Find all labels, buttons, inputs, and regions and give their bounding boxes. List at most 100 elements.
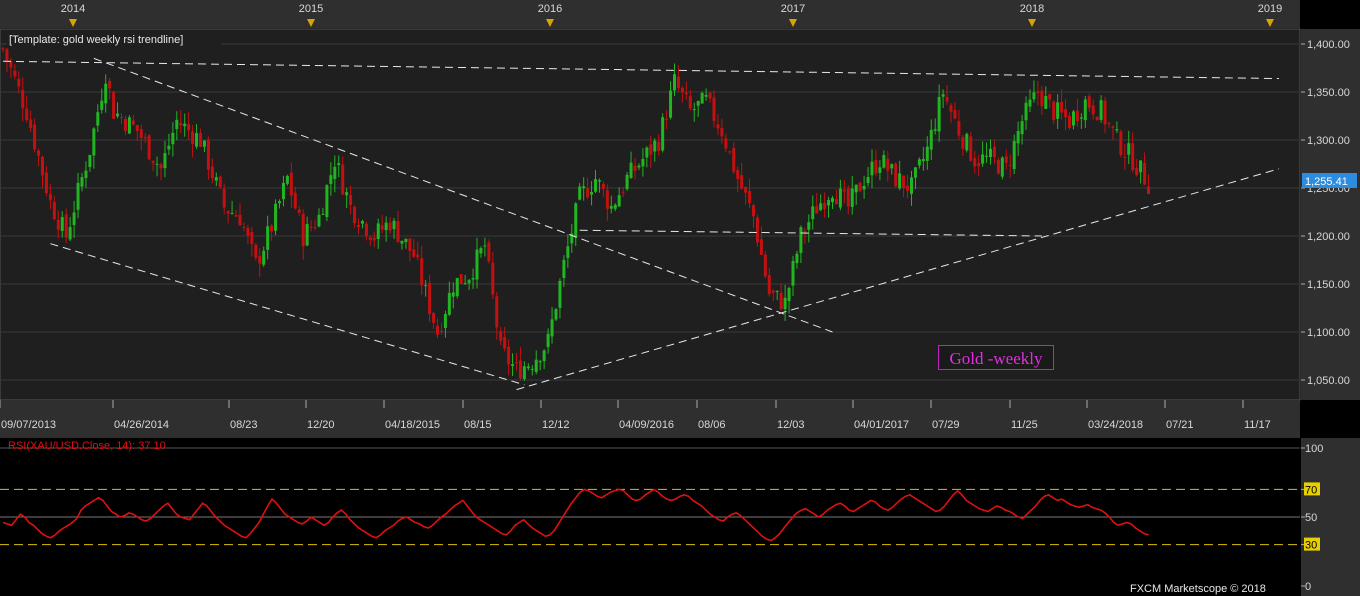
- candle-body: [582, 186, 586, 189]
- price-axis[interactable]: [1301, 29, 1360, 400]
- candle-body: [258, 256, 262, 264]
- candle-body: [1119, 131, 1123, 155]
- candle-body: [913, 167, 917, 178]
- candle-body: [696, 101, 700, 106]
- candle-body: [910, 177, 913, 194]
- candle-body: [13, 70, 17, 77]
- candle-body: [72, 212, 76, 225]
- candle-body: [183, 123, 187, 127]
- candle-body: [629, 162, 633, 178]
- candle-body: [5, 48, 9, 61]
- candle-body: [1040, 90, 1044, 107]
- candle-body: [775, 290, 779, 292]
- candle-body: [171, 132, 175, 145]
- candle-body: [364, 223, 368, 237]
- candle-body: [949, 105, 953, 112]
- candle-body: [266, 226, 270, 250]
- candle-body: [25, 108, 29, 120]
- candle-body: [688, 96, 692, 109]
- candle-body: [558, 280, 562, 308]
- candle-body: [898, 173, 902, 189]
- candle-body: [819, 203, 823, 211]
- candle-body: [353, 206, 357, 224]
- candle-body: [1000, 157, 1004, 177]
- candle-body: [471, 278, 475, 280]
- candle-body: [680, 87, 684, 93]
- last-price-label: 1,255.41: [1305, 176, 1348, 188]
- candle-body: [388, 222, 392, 231]
- candle-body: [981, 154, 985, 164]
- candle-body: [834, 199, 838, 205]
- candle-body: [226, 211, 230, 214]
- candle-body: [586, 188, 590, 198]
- candle-body: [665, 118, 669, 120]
- candle-body: [88, 154, 92, 168]
- candle-body: [80, 177, 84, 187]
- candle-body: [661, 117, 665, 151]
- candle-body: [633, 165, 637, 171]
- price-plot-area[interactable]: [0, 28, 1301, 401]
- candle-body: [48, 193, 52, 201]
- rsi-tick-label: 30: [1305, 540, 1317, 552]
- candle-body: [578, 186, 582, 200]
- candle-body: [992, 146, 996, 158]
- candle-body: [1060, 101, 1064, 113]
- candle-body: [1123, 156, 1127, 158]
- candle-body: [854, 184, 858, 193]
- date-tick-label: 08/23: [230, 419, 258, 431]
- candle-body: [850, 188, 854, 207]
- candle-body: [428, 282, 432, 315]
- candle-body: [613, 204, 617, 209]
- candle-body: [546, 333, 550, 347]
- candle-body: [1008, 165, 1012, 167]
- template-label: [Template: gold weekly rsi trendline]: [9, 34, 183, 46]
- candle-body: [562, 259, 566, 278]
- candle-body: [210, 166, 214, 179]
- candle-body: [408, 238, 412, 251]
- candle-body: [645, 147, 649, 158]
- candle-body: [187, 124, 191, 131]
- candle-body: [1135, 168, 1139, 176]
- candle-body: [349, 194, 353, 205]
- date-tick-label: 07/21: [1166, 419, 1194, 431]
- candle-body: [195, 133, 199, 147]
- candle-body: [1032, 92, 1036, 100]
- candle-body: [52, 202, 56, 220]
- candle-body: [479, 248, 483, 254]
- candle-body: [1, 48, 5, 50]
- candle-body: [838, 188, 842, 208]
- candle-body: [957, 121, 961, 136]
- candle-body: [503, 337, 507, 349]
- candle-body: [64, 214, 68, 238]
- candle-body: [163, 153, 167, 169]
- price-tick-label: 1,150.00: [1307, 279, 1350, 291]
- candle-body: [827, 199, 831, 206]
- candle-body: [1111, 126, 1115, 128]
- candle-body: [1016, 131, 1020, 144]
- candle-body: [676, 76, 680, 89]
- candle-body: [566, 246, 570, 258]
- candle-body: [748, 191, 752, 204]
- candle-body: [720, 127, 724, 137]
- candle-body: [973, 158, 977, 167]
- candle-body: [890, 164, 894, 169]
- candle-body: [289, 172, 293, 196]
- candle-body: [100, 100, 104, 110]
- candle-body: [831, 197, 834, 203]
- candle-body: [522, 366, 526, 379]
- date-tick-label: 11/25: [1011, 419, 1038, 431]
- candle-body: [526, 366, 530, 369]
- candle-body: [1056, 102, 1060, 119]
- candle-body: [305, 223, 309, 246]
- candle-body: [337, 163, 341, 165]
- candle-body: [360, 220, 364, 224]
- candle-body: [763, 254, 767, 277]
- candle-body: [1147, 186, 1150, 194]
- candle-body: [779, 292, 783, 310]
- candle-body: [716, 124, 720, 129]
- year-label: 2018: [1020, 3, 1044, 15]
- candle-body: [191, 131, 195, 144]
- candle-body: [621, 191, 625, 193]
- candle-body: [617, 195, 621, 207]
- price-tick-label: 1,100.00: [1307, 327, 1350, 339]
